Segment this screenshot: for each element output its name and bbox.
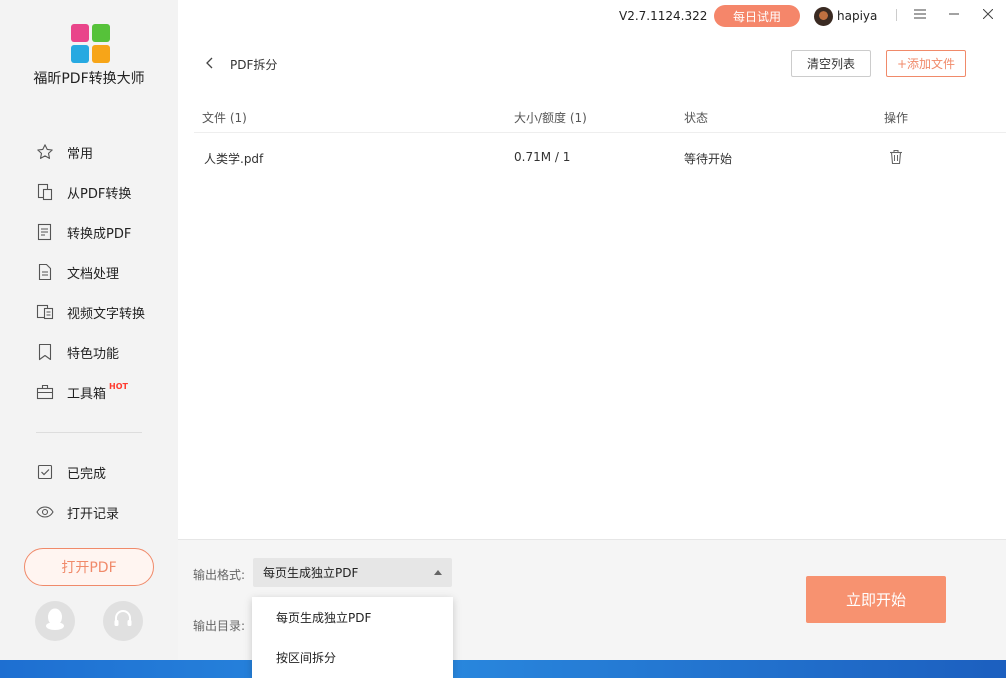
minimize-icon: [949, 7, 959, 23]
sidebar-item-label: 工具箱: [67, 386, 107, 402]
sidebar-item-toolbox[interactable]: 工具箱 HOT: [36, 380, 128, 404]
taskbar: [0, 660, 1006, 678]
sidebar-item-label: 转换成PDF: [67, 226, 132, 242]
column-header-size: 大小/额度 (1): [514, 111, 587, 125]
column-header-action: 操作: [884, 111, 909, 125]
page-title: PDF拆分: [230, 58, 278, 72]
output-dir-label: 输出目录:: [193, 619, 246, 633]
sidebar-item-label: 常用: [67, 146, 94, 162]
star-icon: [36, 143, 54, 161]
file-size: 0.71M / 1: [514, 150, 571, 164]
sidebar: 福昕PDF转换大师 常用 从PDF转换 转换成PDF 文档处理 视频文字转换 特…: [0, 0, 178, 660]
output-format-select[interactable]: 每页生成独立PDF: [253, 558, 452, 587]
close-button[interactable]: [977, 4, 999, 26]
output-format-dropdown: 每页生成独立PDF 按区间拆分: [252, 597, 453, 678]
username[interactable]: hapiya: [837, 9, 877, 23]
back-icon[interactable]: [202, 55, 218, 71]
dropdown-option-per-page[interactable]: 每页生成独立PDF: [252, 597, 453, 637]
table-row[interactable]: 人类学.pdf 0.71M / 1 等待开始: [194, 140, 1006, 176]
qq-button[interactable]: [35, 601, 75, 641]
support-button[interactable]: [103, 601, 143, 641]
dropdown-option-by-range[interactable]: 按区间拆分: [252, 637, 453, 677]
close-icon: [982, 7, 994, 23]
sidebar-item-from-pdf[interactable]: 从PDF转换: [36, 180, 131, 204]
sidebar-item-label: 特色功能: [67, 346, 120, 362]
open-pdf-button[interactable]: 打开PDF: [24, 548, 154, 586]
column-header-status: 状态: [684, 111, 709, 125]
video-text-icon: [36, 303, 54, 321]
add-file-button[interactable]: +添加文件: [886, 50, 966, 77]
file-name: 人类学.pdf: [204, 152, 264, 166]
sidebar-item-to-pdf[interactable]: 转换成PDF: [36, 220, 131, 244]
sidebar-divider: [36, 432, 142, 433]
sidebar-item-common[interactable]: 常用: [36, 140, 93, 164]
toolbox-icon: [36, 383, 54, 401]
sidebar-item-label: 从PDF转换: [67, 186, 132, 202]
clear-list-button[interactable]: 清空列表: [791, 50, 871, 77]
document-icon: [36, 263, 54, 281]
eye-icon: [36, 503, 54, 521]
table-header: 文件 (1) 大小/额度 (1) 状态 操作: [194, 100, 1006, 133]
file-status: 等待开始: [684, 152, 733, 166]
penguin-icon: [44, 607, 66, 635]
menu-button[interactable]: [909, 4, 931, 26]
start-button[interactable]: 立即开始: [806, 576, 946, 623]
pdf-convert-icon: [36, 183, 54, 201]
output-format-label: 输出格式:: [193, 568, 246, 582]
headset-icon: [112, 608, 134, 634]
app-logo: [71, 24, 111, 64]
trash-icon[interactable]: [888, 149, 904, 169]
sidebar-item-video-text[interactable]: 视频文字转换: [36, 300, 145, 324]
to-pdf-icon: [36, 223, 54, 241]
sidebar-item-open-history[interactable]: 打开记录: [36, 500, 119, 524]
hamburger-icon: [914, 7, 926, 23]
version-text: V2.7.1124.322: [619, 9, 708, 23]
titlebar-divider: [896, 9, 897, 21]
caret-up-icon: [434, 570, 442, 575]
daily-trial-button[interactable]: 每日试用: [714, 5, 800, 27]
sidebar-item-completed[interactable]: 已完成: [36, 460, 106, 484]
sidebar-item-doc-process[interactable]: 文档处理: [36, 260, 119, 284]
check-box-icon: [36, 463, 54, 481]
column-header-file: 文件 (1): [202, 111, 247, 125]
bookmark-icon: [36, 343, 54, 361]
avatar[interactable]: [814, 7, 833, 26]
minimize-button[interactable]: [943, 4, 965, 26]
sidebar-item-features[interactable]: 特色功能: [36, 340, 119, 364]
app-name: 福昕PDF转换大师: [33, 71, 145, 87]
sidebar-item-label: 文档处理: [67, 266, 120, 282]
sidebar-item-label: 打开记录: [67, 506, 120, 522]
sidebar-item-label: 已完成: [67, 466, 107, 482]
sidebar-item-label: 视频文字转换: [67, 306, 146, 322]
hot-badge: HOT: [109, 381, 128, 391]
output-format-value: 每页生成独立PDF: [263, 566, 359, 580]
